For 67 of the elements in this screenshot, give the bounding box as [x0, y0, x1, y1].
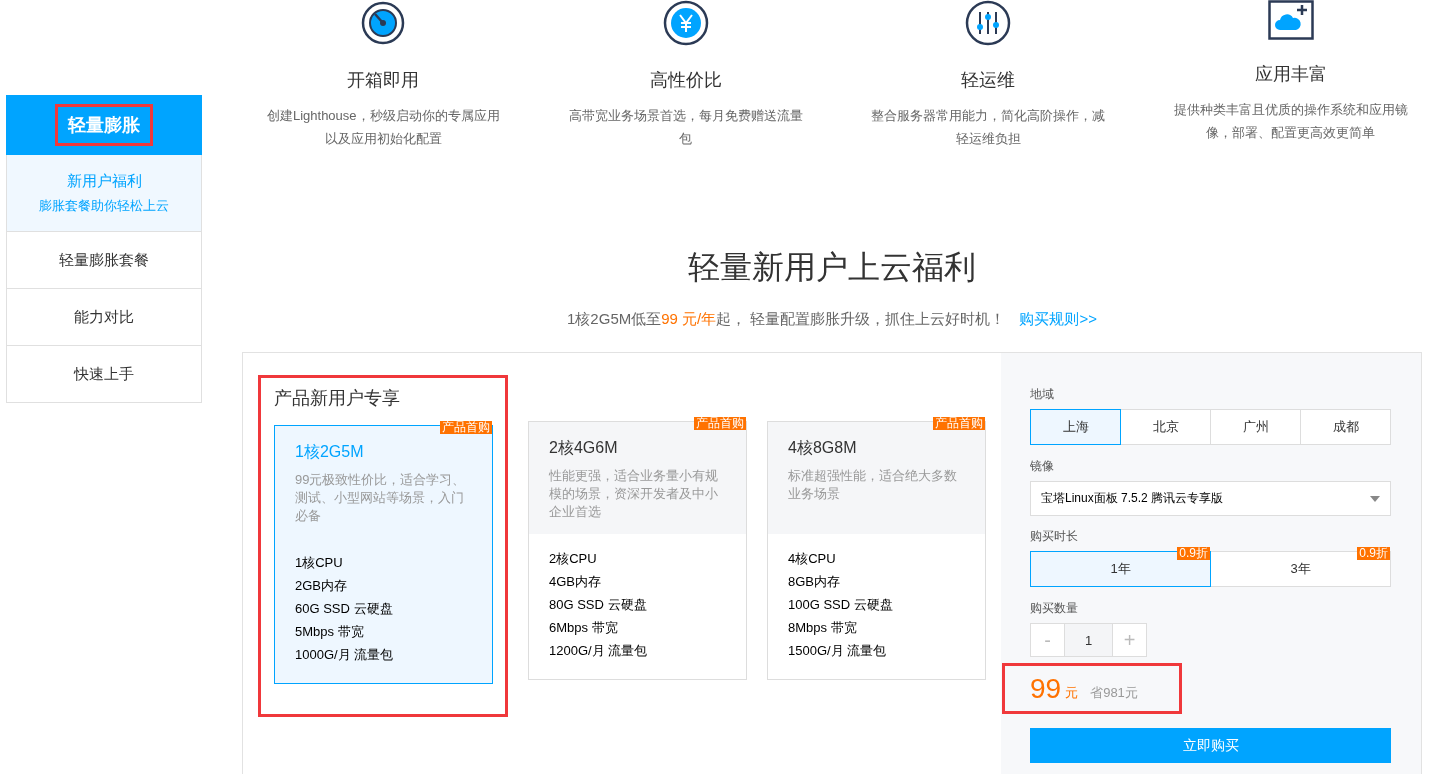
- plan-spec: 80G SSD 云硬盘: [549, 596, 648, 613]
- plan-spec: 8GB内存: [788, 573, 841, 590]
- sidebar-item-label: 新用户福利: [66, 171, 142, 191]
- plan-spec: 8Mbps 带宽: [788, 619, 858, 636]
- region-option[interactable]: 成都: [1300, 409, 1391, 445]
- sliders-icon: [965, 0, 1012, 46]
- plan-spec: 1500G/月 流量包: [788, 642, 888, 659]
- feature-description: 高带宽业务场景首选，每月免费赠送流量包: [567, 107, 804, 148]
- feature-description: 提供种类丰富且优质的操作系统和应用镜像，部署、配置更高效更简单: [1172, 101, 1409, 142]
- plan-spec: 1000G/月 流量包: [295, 646, 395, 663]
- sidebar-item[interactable]: 轻量膨胀套餐: [6, 232, 202, 289]
- plan-spec: 4GB内存: [549, 573, 602, 590]
- discount-badge: 0.9折: [1357, 547, 1390, 560]
- discount-badge: 0.9折: [1177, 547, 1210, 560]
- yen-coin-icon: [662, 0, 709, 46]
- plans-title: 产品新用户专享: [274, 387, 401, 410]
- plan-spec: 5Mbps 带宽: [295, 623, 365, 640]
- sidebar-item[interactable]: 能力对比: [6, 289, 202, 346]
- price-text: 99 元/年: [661, 310, 717, 327]
- plan-name: 2核4G6M: [549, 438, 619, 458]
- cloud-plus-icon: [1267, 0, 1314, 40]
- gauge-icon: [360, 0, 407, 46]
- section-heading: 轻量新用户上云福利: [687, 248, 977, 287]
- sidebar-item-subtitle: 膨胀套餐助你轻松上云: [39, 196, 169, 215]
- feature-description: 整合服务器常用能力，简化高阶操作，减轻运维负担: [870, 107, 1107, 148]
- price-unit: 元: [1065, 683, 1079, 702]
- sidebar-item-label: 能力对比: [74, 307, 134, 327]
- feature-description: 创建Lighthouse，秒级启动你的专属应用以及应用初始化配置: [265, 107, 501, 148]
- plan-spec: 2GB内存: [295, 577, 348, 594]
- sidebar-title: 轻量膨胀: [55, 104, 153, 146]
- field-label: 购买时长: [1030, 528, 1079, 544]
- first-purchase-badge: 产品首购: [933, 417, 985, 430]
- feature-title: 高性价比: [649, 69, 722, 92]
- promo-text: 1核2G5M低至: [567, 310, 662, 327]
- dropdown-caret-icon: [1370, 495, 1380, 502]
- image-select[interactable]: 宝塔Linux面板 7.5.2 腾讯云专享版: [1030, 481, 1391, 516]
- field-label: 地域: [1030, 386, 1055, 402]
- plan-description: 标准超强性能，适合绝大多数业务场景: [788, 467, 958, 503]
- plan-spec: 60G SSD 云硬盘: [295, 600, 394, 617]
- feature-title: 轻运维: [961, 69, 1016, 92]
- feature-title: 应用丰富: [1254, 63, 1327, 86]
- image-select-value: 宝塔Linux面板 7.5.2 腾讯云专享版: [1041, 490, 1224, 507]
- plan-spec: 6Mbps 带宽: [549, 619, 619, 636]
- price-amount: 99: [1030, 672, 1062, 705]
- plan-name: 4核8G8M: [788, 438, 858, 458]
- field-label: 购买数量: [1030, 600, 1079, 616]
- plan-description: 性能更强，适合业务量小有规模的场景，资深开发者及中小企业首选: [549, 467, 719, 521]
- plan-spec: 1200G/月 流量包: [549, 642, 649, 659]
- plan-spec: 100G SSD 云硬盘: [788, 596, 894, 613]
- first-purchase-badge: 产品首购: [694, 417, 746, 430]
- sidebar-item-label: 轻量膨胀套餐: [59, 250, 149, 270]
- sidebar-item[interactable]: 快速上手: [6, 346, 202, 403]
- region-option[interactable]: 上海: [1030, 409, 1121, 445]
- field-label: 镜像: [1030, 458, 1055, 474]
- plan-spec: 2核CPU: [549, 550, 598, 567]
- region-option[interactable]: 北京: [1120, 409, 1211, 445]
- sidebar-item-label: 快速上手: [74, 364, 134, 384]
- plan-name: 1核2G5M: [295, 442, 365, 462]
- promo-text: 起， 轻量配置膨胀升级，抓住上云好时机！: [716, 310, 1006, 327]
- region-option[interactable]: 广州: [1210, 409, 1301, 445]
- quantity-input[interactable]: 1: [1065, 623, 1112, 657]
- feature-title: 开箱即用: [347, 69, 420, 92]
- plan-spec: 1核CPU: [295, 554, 344, 571]
- plan-spec: 4核CPU: [788, 550, 837, 567]
- price-saving: 省981元: [1090, 683, 1138, 702]
- first-purchase-badge: 产品首购: [440, 421, 492, 434]
- plan-description: 99元极致性价比，适合学习、测试、小型网站等场景，入门必备: [295, 471, 467, 525]
